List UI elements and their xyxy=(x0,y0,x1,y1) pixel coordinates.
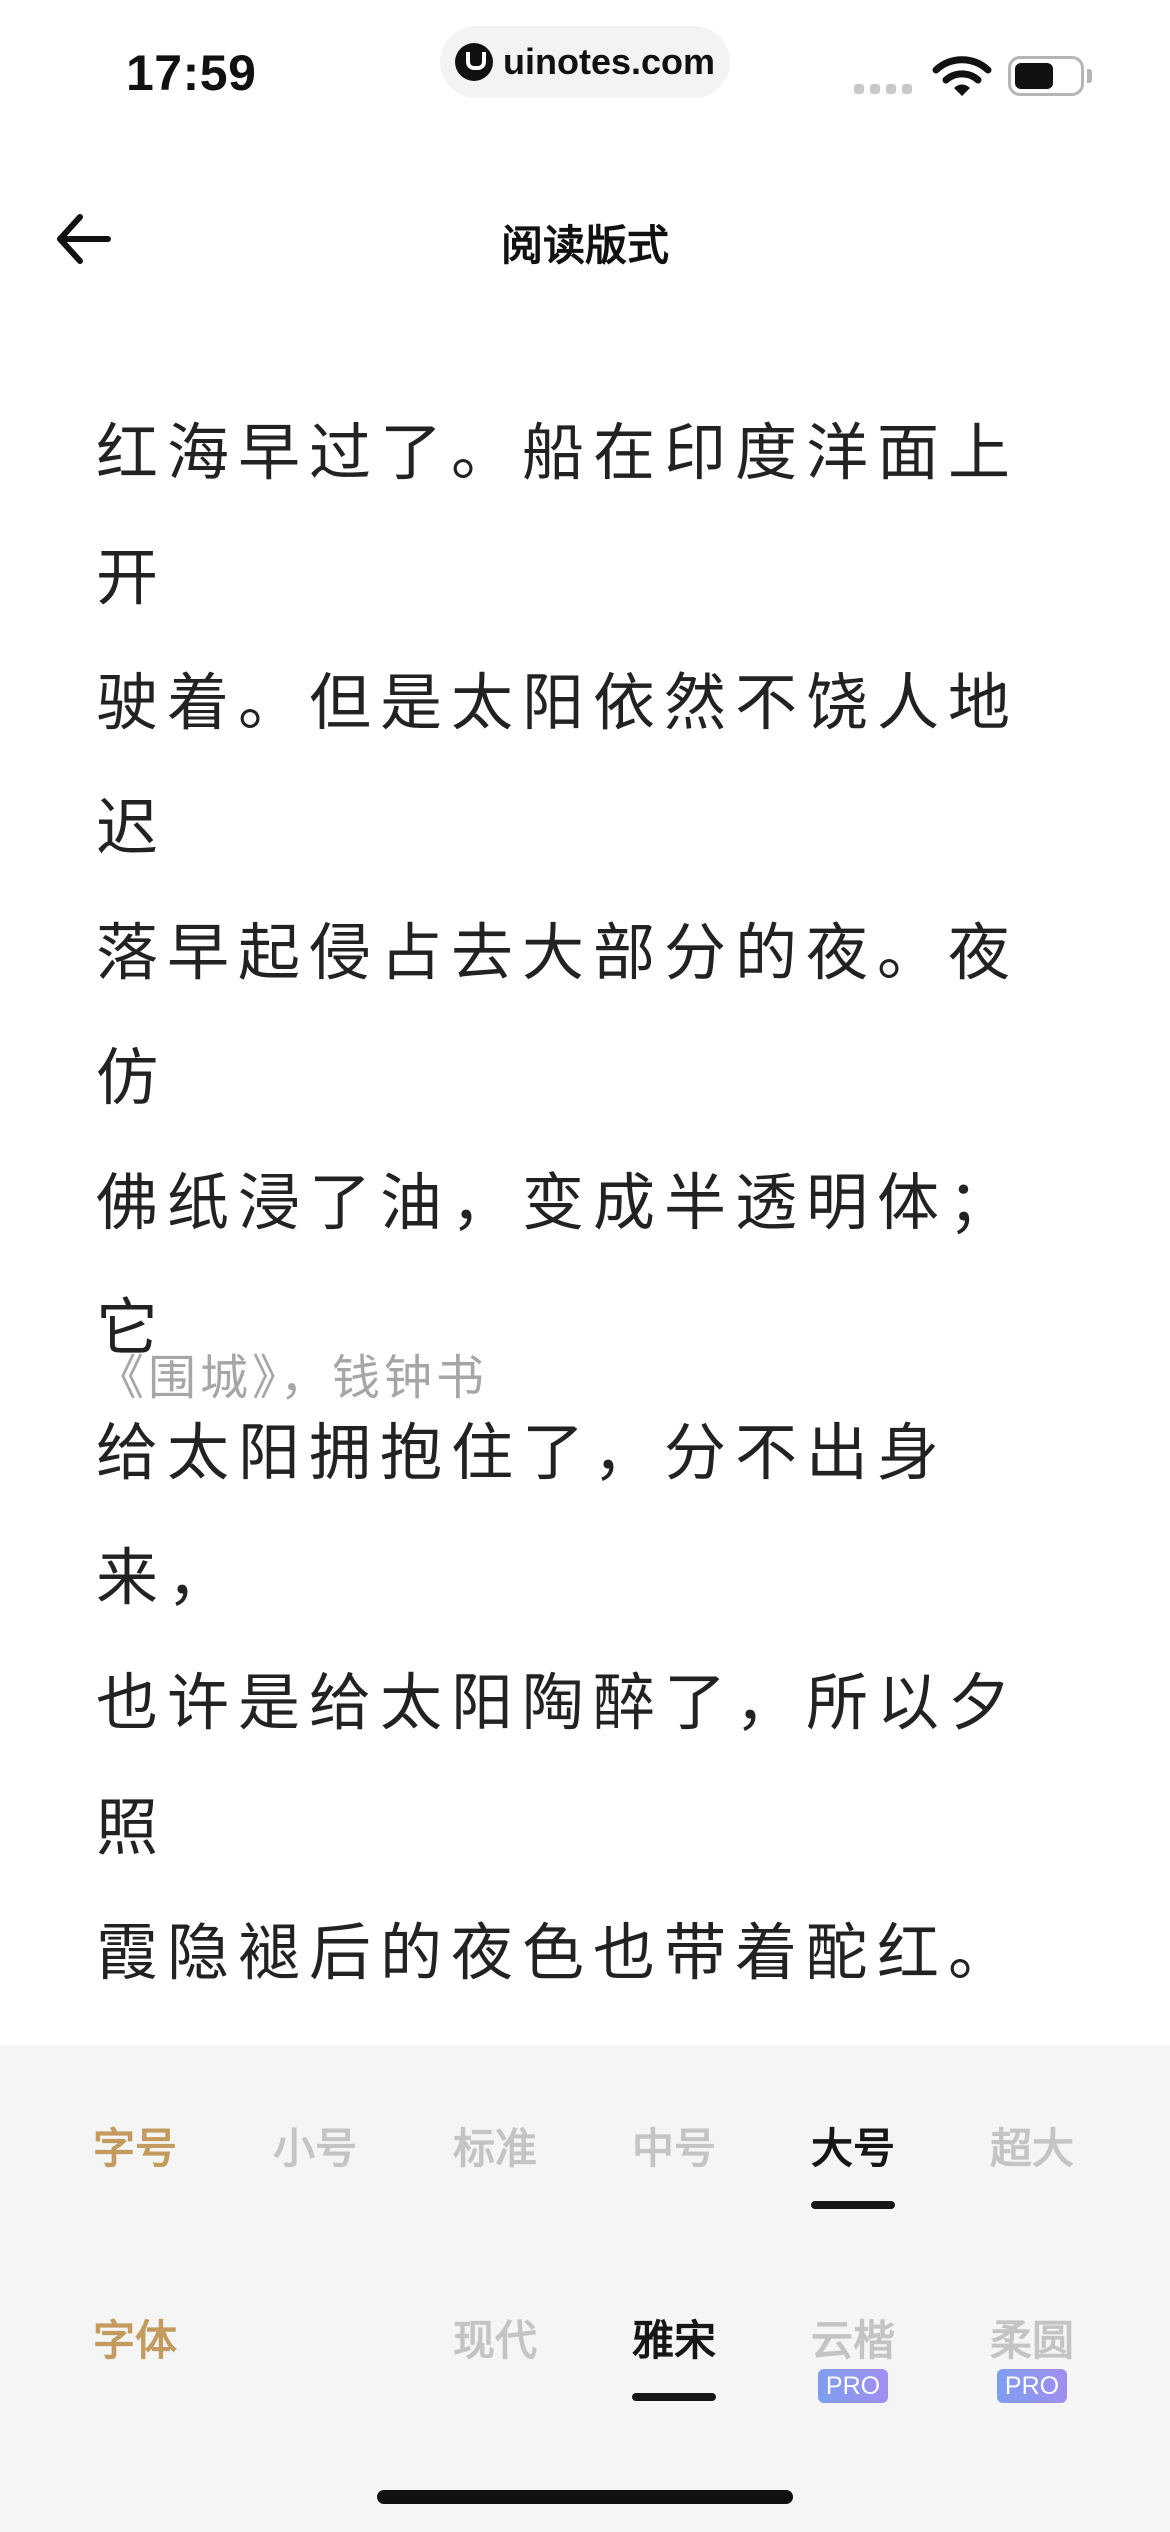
font-size-option-label: 大号 xyxy=(810,2124,895,2173)
pro-badge: PRO xyxy=(818,2369,888,2403)
font-family-option-yunkai[interactable]: 云楷 PRO xyxy=(793,2307,913,2403)
preview-line: 驶着。但是太阳依然不饶人地迟 xyxy=(96,666,1020,864)
font-size-option-small[interactable]: 小号 xyxy=(255,2115,375,2176)
font-family-option-rouyuan[interactable]: 柔圆 PRO xyxy=(972,2307,1092,2403)
font-family-option-label: 柔圆 xyxy=(989,2316,1074,2365)
url-logo-icon xyxy=(454,43,493,81)
selected-underline xyxy=(632,2393,716,2401)
preview-line: 红海早过了。船在印度洋面上开 xyxy=(96,416,1020,614)
signal-icon xyxy=(854,84,912,94)
url-text: uinotes.com xyxy=(502,41,716,82)
font-size-option-label: 超大 xyxy=(989,2124,1074,2173)
wifi-icon xyxy=(932,56,992,96)
font-size-option-standard[interactable]: 标准 xyxy=(435,2115,555,2176)
font-size-option-medium[interactable]: 中号 xyxy=(614,2115,734,2176)
preview-line: 也许是给太阳陶醉了，所以夕照 xyxy=(96,1666,1020,1864)
font-family-option-label: 云楷 xyxy=(810,2316,895,2365)
font-size-option-xlarge[interactable]: 超大 xyxy=(972,2115,1092,2176)
selected-underline xyxy=(811,2201,895,2209)
font-family-option-modern[interactable]: 现代 xyxy=(435,2307,555,2368)
font-family-option-yasong[interactable]: 雅宋 xyxy=(614,2307,734,2401)
pro-badge: PRO xyxy=(997,2369,1067,2403)
battery-tip xyxy=(1087,69,1092,83)
font-size-option-large[interactable]: 大号 xyxy=(793,2115,913,2209)
status-bar: 17:59 uinotes.com xyxy=(0,0,1170,150)
preview-line: 落早起侵占去大部分的夜。夜仿 xyxy=(96,916,1020,1114)
status-time: 17:59 xyxy=(126,45,257,101)
font-size-label: 字号 xyxy=(92,2124,177,2173)
page-title: 阅读版式 xyxy=(500,221,669,270)
preview-paragraph: 红海早过了。船在印度洋面上开 驶着。但是太阳依然不饶人地迟 落早起侵占去大部分的… xyxy=(96,390,1076,2015)
font-size-option-label: 中号 xyxy=(631,2124,716,2173)
font-size-option-label: 标准 xyxy=(452,2124,537,2173)
battery-icon xyxy=(1008,56,1084,96)
preview-line: 霞隐褪后的夜色也带着酡红。 xyxy=(96,1916,1020,1989)
home-indicator[interactable] xyxy=(377,2490,793,2504)
battery-level xyxy=(1015,63,1053,89)
settings-panel: 字号 小号 标准 中号 大号 超大 字体 现代 雅宋 云楷 PRO 柔圆 PRO xyxy=(0,2045,1170,2532)
font-family-option-label: 雅宋 xyxy=(631,2316,716,2365)
font-family-option-label: 现代 xyxy=(452,2316,537,2365)
preview-citation: 《围城》，钱钟书 xyxy=(96,1350,489,1406)
preview-line: 给太阳拥抱住了，分不出身来， xyxy=(96,1416,949,1614)
font-family-label: 字体 xyxy=(92,2316,177,2365)
font-size-option-label: 小号 xyxy=(272,2124,357,2173)
url-pill[interactable]: uinotes.com xyxy=(440,26,730,98)
